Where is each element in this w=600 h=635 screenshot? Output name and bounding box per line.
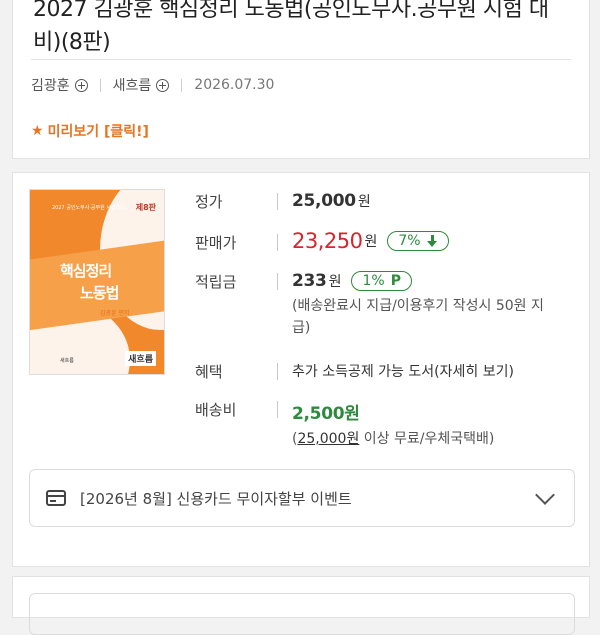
separator (277, 193, 278, 210)
currency-unit: 원 (364, 234, 378, 250)
shipping-note-rest: 이상 무료/우체국택배) (359, 431, 495, 447)
list-price-value: 25,000 (292, 191, 356, 211)
benefit-label: 혜택 (195, 363, 223, 381)
separator (99, 78, 101, 92)
author-link[interactable]: 김광훈 (31, 75, 88, 95)
sale-price-label: 판매가 (195, 234, 237, 252)
plus-circle-icon[interactable] (156, 78, 170, 92)
points-row: 적립금 233 원 1% P (배송완료시 지급/이용후기 작성시 50원 지급) (195, 271, 552, 339)
sale-price-row: 판매가 23,250 원 7% (195, 229, 449, 253)
divider (31, 59, 571, 60)
credit-card-icon (46, 490, 66, 506)
product-title: 2027 김광훈 핵심정리 노동법(공인노무사.공무원 시험 대비)(8판) (33, 0, 549, 55)
points-value: 233 (292, 271, 327, 291)
separator (181, 78, 183, 92)
benefit-link[interactable]: 추가 소득공제 가능 도서(자세히 보기) (292, 361, 514, 383)
benefit-row: 혜택 추가 소득공제 가능 도서(자세히 보기) (195, 361, 514, 383)
separator (277, 363, 278, 380)
preview-link[interactable]: ★ 미리보기 [클릭!] (31, 121, 149, 141)
shipping-row: 배송비 2,500원 (25,000원 이상 무료/우체국택배) (195, 399, 552, 450)
separator (277, 234, 278, 251)
cover-author: 김광훈 편저 (100, 310, 130, 317)
preview-label: 미리보기 [클릭!] (47, 124, 149, 140)
list-price-row: 정가 25,000 원 (195, 191, 371, 212)
price-info-card: 2027 공인노무사·공무원 시험대비 제8판 핵심정리 노동법 김광훈 편저 … (12, 172, 590, 567)
next-section-box[interactable] (29, 593, 575, 635)
points-note: (배송완료시 지급/이용후기 작성시 50원 지급) (292, 298, 544, 336)
cover-publisher-small: 새흐름 (60, 358, 74, 364)
promo-text: [2026년 8월] 신용카드 무이자할부 이벤트 (80, 489, 352, 508)
cover-top-text: 2027 공인노무사·공무원 시험대비 (52, 205, 125, 211)
author-publisher-row: 김광훈 새흐름 2026.07.30 (31, 75, 274, 95)
next-section-card (12, 576, 590, 635)
plus-circle-icon[interactable] (74, 78, 88, 92)
cover-publisher-logo: 새흐름 (125, 351, 156, 366)
publish-date: 2026.07.30 (194, 77, 275, 93)
star-icon: ★ (31, 123, 44, 139)
publisher-link[interactable]: 새흐름 (113, 75, 170, 95)
discount-badge: 7% (387, 231, 449, 251)
author-name: 김광훈 (31, 78, 70, 94)
points-badge: P (390, 273, 401, 289)
cover-title-line1: 핵심정리 (60, 262, 112, 280)
points-rate: 1% (362, 273, 385, 289)
currency-unit: 원 (328, 274, 342, 290)
shipping-note: (25,000원 이상 무료/우체국택배) (292, 428, 552, 450)
book-cover-image[interactable]: 2027 공인노무사·공무원 시험대비 제8판 핵심정리 노동법 김광훈 편저 … (29, 189, 165, 375)
discount-rate: 7% (398, 233, 421, 249)
list-price-label: 정가 (195, 193, 223, 211)
points-rate-badge: 1% P (351, 271, 412, 291)
cover-edition: 제8판 (135, 203, 156, 212)
free-shipping-threshold: 25,000원 (297, 431, 360, 447)
separator (277, 273, 278, 290)
sale-price-value: 23,250 (292, 229, 363, 253)
points-label: 적립금 (195, 273, 237, 291)
product-header-card: 2027 김광훈 핵심정리 노동법(공인노무사.공무원 시험 대비)(8판) 김… (12, 0, 590, 159)
chevron-down-icon[interactable] (535, 485, 555, 505)
separator (277, 401, 278, 418)
arrow-down-icon (426, 235, 438, 247)
shipping-fee: 2,500원 (292, 404, 360, 424)
shipping-label: 배송비 (195, 401, 237, 419)
card-installment-promo[interactable]: [2026년 8월] 신용카드 무이자할부 이벤트 (29, 469, 575, 527)
publisher-name: 새흐름 (112, 78, 152, 94)
currency-unit: 원 (357, 194, 371, 210)
cover-title-line2: 노동법 (80, 284, 119, 302)
